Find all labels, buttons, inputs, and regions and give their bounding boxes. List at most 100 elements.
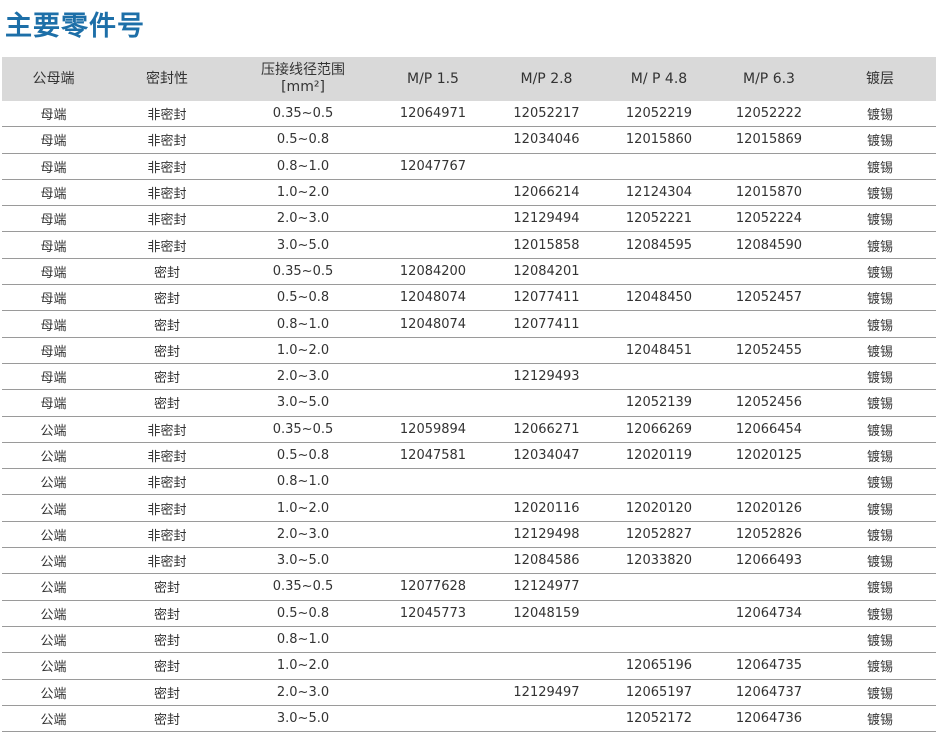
table-cell: 密封 <box>105 626 229 654</box>
table-cell <box>489 626 604 654</box>
table-cell: 12084200 <box>377 258 489 286</box>
table-cell: 密封 <box>105 679 229 706</box>
table-cell <box>377 231 489 259</box>
table-cell: 非密封 <box>105 205 229 233</box>
table-cell <box>489 337 604 364</box>
table-cell: 2.0~3.0 <box>229 205 377 233</box>
table-cell: 镀锡 <box>824 363 936 391</box>
table-row: 公端 密封 2.0~3.0 12129497 12065197 12064737 镀锡 <box>2 679 936 706</box>
table-cell: 12047581 <box>377 442 489 470</box>
column-header: M/P 6.3 <box>714 57 824 101</box>
table-cell <box>377 179 489 207</box>
table-cell <box>714 258 824 286</box>
table-cell <box>377 389 489 417</box>
table-cell <box>377 652 489 680</box>
column-header: M/P 1.5 <box>377 57 489 101</box>
table-cell: 镀锡 <box>824 494 936 522</box>
table-cell: 12020116 <box>489 494 604 522</box>
table-cell: 12052222 <box>714 101 824 128</box>
table-cell: 镀锡 <box>824 573 936 601</box>
table-row: 母端 非密封 2.0~3.0 12129494 12052221 12052224 镀锡 <box>2 205 936 233</box>
table-cell: 3.0~5.0 <box>229 389 377 417</box>
column-header: M/P 2.8 <box>489 57 604 101</box>
table-cell <box>377 679 489 706</box>
table-cell: 母端 <box>2 101 105 128</box>
table-cell <box>604 310 714 338</box>
table-cell: 密封 <box>105 652 229 680</box>
table-cell: 12020120 <box>604 494 714 522</box>
table-cell: 12048451 <box>604 337 714 364</box>
table-cell: 12084586 <box>489 547 604 575</box>
table-cell: 母端 <box>2 179 105 207</box>
table-cell: 12124977 <box>489 573 604 601</box>
table-cell: 镀锡 <box>824 679 936 706</box>
table-row: 母端 非密封 0.8~1.0 12047767 镀锡 <box>2 153 936 180</box>
table-cell: 镀锡 <box>824 600 936 627</box>
table-cell: 镀锡 <box>824 521 936 549</box>
table-cell: 非密封 <box>105 231 229 259</box>
table-cell: 12066214 <box>489 179 604 207</box>
table-cell: 12077411 <box>489 284 604 312</box>
table-cell: 12084595 <box>604 231 714 259</box>
table-cell: 0.5~0.8 <box>229 600 377 627</box>
table-row: 母端 非密封 1.0~2.0 12066214 12124304 12015870 镀锡 <box>2 179 936 207</box>
table-cell: 12052172 <box>604 705 714 733</box>
table-cell: 公端 <box>2 442 105 470</box>
page: 主要零件号 公母端 密封性 压接线径范围 [mm²] M/P 1.5 M/P 2.8 M/… <box>0 0 940 745</box>
table-cell: 12059894 <box>377 416 489 443</box>
table-cell: 12066493 <box>714 547 824 575</box>
table-row: 母端 密封 2.0~3.0 12129493 镀锡 <box>2 363 936 391</box>
table-cell <box>604 468 714 496</box>
table-cell <box>714 153 824 180</box>
table-cell: 非密封 <box>105 101 229 128</box>
table-cell: 母端 <box>2 337 105 364</box>
table-row: 公端 密封 0.5~0.8 12045773 12048159 12064734 镀锡 <box>2 600 936 627</box>
table-cell: 非密封 <box>105 494 229 522</box>
table-cell: 母端 <box>2 258 105 286</box>
table-cell <box>489 468 604 496</box>
table-cell: 3.0~5.0 <box>229 705 377 733</box>
table-cell: 公端 <box>2 416 105 443</box>
table-cell: 镀锡 <box>824 101 936 128</box>
table-cell: 12077411 <box>489 310 604 338</box>
table-cell: 12052224 <box>714 205 824 233</box>
table-cell: 密封 <box>105 337 229 364</box>
part-number-table: 公母端 密封性 压接线径范围 [mm²] M/P 1.5 M/P 2.8 M/ P 4.8… <box>2 57 936 733</box>
table-cell: 12034047 <box>489 442 604 470</box>
table-cell: 密封 <box>105 363 229 391</box>
table-cell <box>714 626 824 654</box>
table-cell: 0.35~0.5 <box>229 573 377 601</box>
table-cell <box>377 126 489 154</box>
table-cell: 密封 <box>105 573 229 601</box>
table-cell <box>604 363 714 391</box>
table-cell <box>604 600 714 627</box>
table-cell <box>489 389 604 417</box>
table-cell: 密封 <box>105 600 229 627</box>
table-cell <box>604 258 714 286</box>
table-cell: 镀锡 <box>824 389 936 417</box>
table-cell: 12052457 <box>714 284 824 312</box>
table-cell: 镀锡 <box>824 179 936 207</box>
table-cell: 12048074 <box>377 284 489 312</box>
table-cell: 镀锡 <box>824 231 936 259</box>
table-cell: 12020125 <box>714 442 824 470</box>
table-cell: 1.0~2.0 <box>229 179 377 207</box>
table-cell: 公端 <box>2 626 105 654</box>
table-cell: 公端 <box>2 494 105 522</box>
table-cell: 镀锡 <box>824 284 936 312</box>
table-cell: 0.8~1.0 <box>229 310 377 338</box>
table-cell: 公端 <box>2 705 105 733</box>
table-cell: 密封 <box>105 284 229 312</box>
table-cell: 12084590 <box>714 231 824 259</box>
table-cell: 12047767 <box>377 153 489 180</box>
table-cell: 镀锡 <box>824 310 936 338</box>
column-header: 压接线径范围 [mm²] <box>229 57 377 101</box>
table-cell: 12033820 <box>604 547 714 575</box>
table-cell <box>377 521 489 549</box>
table-row: 公端 非密封 2.0~3.0 12129498 12052827 12052826 镀锡 <box>2 521 936 549</box>
table-cell <box>489 153 604 180</box>
table-cell: 3.0~5.0 <box>229 547 377 575</box>
table-row: 公端 密封 0.8~1.0 镀锡 <box>2 626 936 654</box>
table-cell: 镀锡 <box>824 153 936 180</box>
table-cell: 12124304 <box>604 179 714 207</box>
